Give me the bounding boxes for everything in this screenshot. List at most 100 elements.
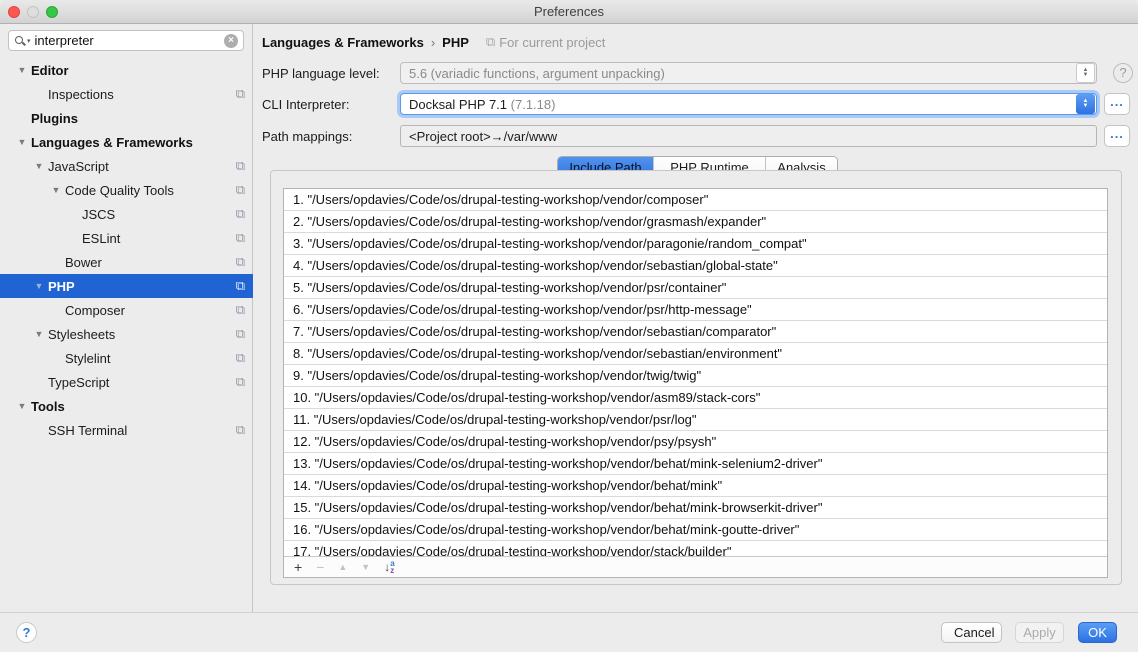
include-path-row[interactable]: 9. "/Users/opdavies/Code/os/drupal-testi… — [284, 365, 1107, 387]
sidebar-item-label: JavaScript — [48, 159, 109, 174]
add-path-icon[interactable]: + — [294, 560, 302, 574]
sidebar-item-label: Bower — [65, 255, 102, 270]
sidebar-item-editor[interactable]: ▼Editor — [0, 58, 253, 82]
breadcrumb: Languages & Frameworks › PHP ⧉ For curre… — [262, 34, 605, 50]
breadcrumb-parent[interactable]: Languages & Frameworks — [262, 35, 424, 50]
cli-interpreter-stepper-icon[interactable]: ▲▼ — [1076, 94, 1095, 114]
help-button[interactable]: ? — [16, 622, 37, 643]
search-match-icon: ⧉ — [236, 254, 245, 270]
language-level-select[interactable]: 5.6 (variadic functions, argument unpack… — [400, 62, 1097, 84]
cli-interpreter-select[interactable]: Docksal PHP 7.1 (7.1.18) ▲▼ — [400, 93, 1097, 115]
sidebar-item-label: TypeScript — [48, 375, 109, 390]
move-down-icon[interactable]: ▼ — [361, 560, 370, 574]
sidebar-item-label: Inspections — [48, 87, 114, 102]
settings-tree: ▼EditorInspections⧉Plugins▼Languages & F… — [0, 58, 253, 442]
expand-arrow-icon[interactable]: ▼ — [13, 401, 31, 411]
settings-sidebar: ▾ interpreter × ▼EditorInspections⧉Plugi… — [0, 24, 253, 612]
include-path-row[interactable]: 6. "/Users/opdavies/Code/os/drupal-testi… — [284, 299, 1107, 321]
path-mappings-field[interactable]: <Project root>→/var/www — [400, 125, 1097, 147]
breadcrumb-current: PHP — [442, 35, 469, 50]
project-scope-icon: ⧉ — [486, 34, 495, 50]
language-level-stepper-icon[interactable]: ▲▼ — [1076, 63, 1095, 83]
cli-interpreter-browse-button[interactable]: ... — [1104, 93, 1130, 115]
remove-path-icon[interactable]: − — [316, 560, 324, 574]
sidebar-item-label: PHP — [48, 279, 75, 294]
sidebar-item-code-quality-tools[interactable]: ▼Code Quality Tools⧉ — [0, 178, 253, 202]
php-settings-panel: Languages & Frameworks › PHP ⧉ For curre… — [253, 24, 1138, 612]
include-path-row[interactable]: 3. "/Users/opdavies/Code/os/drupal-testi… — [284, 233, 1107, 255]
expand-arrow-icon[interactable]: ▼ — [30, 281, 48, 291]
move-up-icon[interactable]: ▲ — [338, 560, 347, 574]
sidebar-item-stylesheets[interactable]: ▼Stylesheets⧉ — [0, 322, 253, 346]
sidebar-item-tools[interactable]: ▼Tools — [0, 394, 253, 418]
include-path-panel: 1. "/Users/opdavies/Code/os/drupal-testi… — [283, 188, 1108, 578]
ok-button[interactable]: OK — [1078, 622, 1117, 643]
sidebar-item-label: Code Quality Tools — [65, 183, 174, 198]
sidebar-item-label: Editor — [31, 63, 69, 78]
path-mappings-label: Path mappings: — [262, 129, 397, 144]
include-path-row[interactable]: 10. "/Users/opdavies/Code/os/drupal-test… — [284, 387, 1107, 409]
expand-arrow-icon[interactable]: ▼ — [47, 185, 65, 195]
include-path-row[interactable]: 5. "/Users/opdavies/Code/os/drupal-testi… — [284, 277, 1107, 299]
include-path-list: 1. "/Users/opdavies/Code/os/drupal-testi… — [284, 189, 1107, 556]
sidebar-item-php[interactable]: ▼PHP⧉ — [0, 274, 253, 298]
clear-search-icon[interactable]: × — [224, 34, 238, 48]
search-match-icon: ⧉ — [236, 206, 245, 222]
sidebar-item-typescript[interactable]: TypeScript ⧉ — [0, 370, 253, 394]
search-match-icon: ⧉ — [236, 326, 245, 342]
help-context-icon[interactable]: ? — [1113, 63, 1133, 83]
include-path-row[interactable]: 13. "/Users/opdavies/Code/os/drupal-test… — [284, 453, 1107, 475]
expand-arrow-icon[interactable]: ▼ — [30, 329, 48, 339]
cli-interpreter-label: CLI Interpreter: — [262, 97, 397, 112]
search-match-icon: ⧉ — [236, 158, 245, 174]
sidebar-item-label: ESLint — [82, 231, 120, 246]
search-match-icon: ⧉ — [236, 374, 245, 390]
sidebar-item-ssh-terminal[interactable]: SSH Terminal⧉ — [0, 418, 253, 442]
search-value[interactable]: interpreter — [35, 33, 224, 48]
sidebar-item-languages-frameworks[interactable]: ▼Languages & Frameworks — [0, 130, 253, 154]
search-match-icon: ⧉ — [236, 302, 245, 318]
titlebar: Preferences — [0, 0, 1138, 24]
sidebar-item-javascript[interactable]: ▼JavaScript ⧉ — [0, 154, 253, 178]
breadcrumb-separator-icon: › — [431, 35, 435, 50]
sidebar-item-label: Composer — [65, 303, 125, 318]
window-title: Preferences — [0, 4, 1138, 19]
include-path-row[interactable]: 4. "/Users/opdavies/Code/os/drupal-testi… — [284, 255, 1107, 277]
sidebar-item-eslint[interactable]: ESLint ⧉ — [0, 226, 253, 250]
search-history-caret-icon[interactable]: ▾ — [27, 37, 31, 45]
sidebar-item-jscs[interactable]: JSCS⧉ — [0, 202, 253, 226]
sort-alphabetically-icon[interactable]: ↓ az — [384, 560, 394, 574]
apply-button[interactable]: Apply — [1015, 622, 1064, 643]
include-path-row[interactable]: 2. "/Users/opdavies/Code/os/drupal-testi… — [284, 211, 1107, 233]
include-path-row[interactable]: 7. "/Users/opdavies/Code/os/drupal-testi… — [284, 321, 1107, 343]
include-path-row[interactable]: 12. "/Users/opdavies/Code/os/drupal-test… — [284, 431, 1107, 453]
include-path-row[interactable]: 1. "/Users/opdavies/Code/os/drupal-testi… — [284, 189, 1107, 211]
scope-label: For current project — [499, 35, 605, 50]
include-path-row[interactable]: 16. "/Users/opdavies/Code/os/drupal-test… — [284, 519, 1107, 541]
expand-arrow-icon[interactable]: ▼ — [30, 161, 48, 171]
list-toolbar: + − ▲ ▼ ↓ az — [284, 556, 1107, 577]
sidebar-item-label: Languages & Frameworks — [31, 135, 193, 150]
sidebar-item-label: Tools — [31, 399, 65, 414]
sidebar-item-stylelint[interactable]: Stylelint⧉ — [0, 346, 253, 370]
sidebar-item-composer[interactable]: Composer ⧉ — [0, 298, 253, 322]
include-path-row[interactable]: 11. "/Users/opdavies/Code/os/drupal-test… — [284, 409, 1107, 431]
include-path-row[interactable]: 8. "/Users/opdavies/Code/os/drupal-testi… — [284, 343, 1107, 365]
settings-search-input[interactable]: ▾ interpreter × — [8, 30, 244, 51]
sidebar-item-plugins[interactable]: Plugins — [0, 106, 253, 130]
search-match-icon: ⧉ — [236, 86, 245, 102]
include-path-row[interactable]: 14. "/Users/opdavies/Code/os/drupal-test… — [284, 475, 1107, 497]
preferences-window: Preferences ▾ interpreter × ▼EditorInspe… — [0, 0, 1138, 652]
expand-arrow-icon[interactable]: ▼ — [13, 65, 31, 75]
language-level-value: 5.6 (variadic functions, argument unpack… — [401, 66, 1076, 81]
dialog-footer: ? Cancel Apply OK — [0, 612, 1138, 652]
sidebar-item-bower[interactable]: Bower ⧉ — [0, 250, 253, 274]
cancel-button[interactable]: Cancel — [941, 622, 1002, 643]
search-match-icon: ⧉ — [236, 230, 245, 246]
search-match-icon: ⧉ — [236, 422, 245, 438]
sidebar-item-inspections[interactable]: Inspections ⧉ — [0, 82, 253, 106]
expand-arrow-icon[interactable]: ▼ — [13, 137, 31, 147]
include-path-row[interactable]: 15. "/Users/opdavies/Code/os/drupal-test… — [284, 497, 1107, 519]
path-mappings-browse-button[interactable]: ... — [1104, 125, 1130, 147]
include-path-row[interactable]: 17. "/Users/opdavies/Code/os/drupal-test… — [284, 541, 1107, 556]
